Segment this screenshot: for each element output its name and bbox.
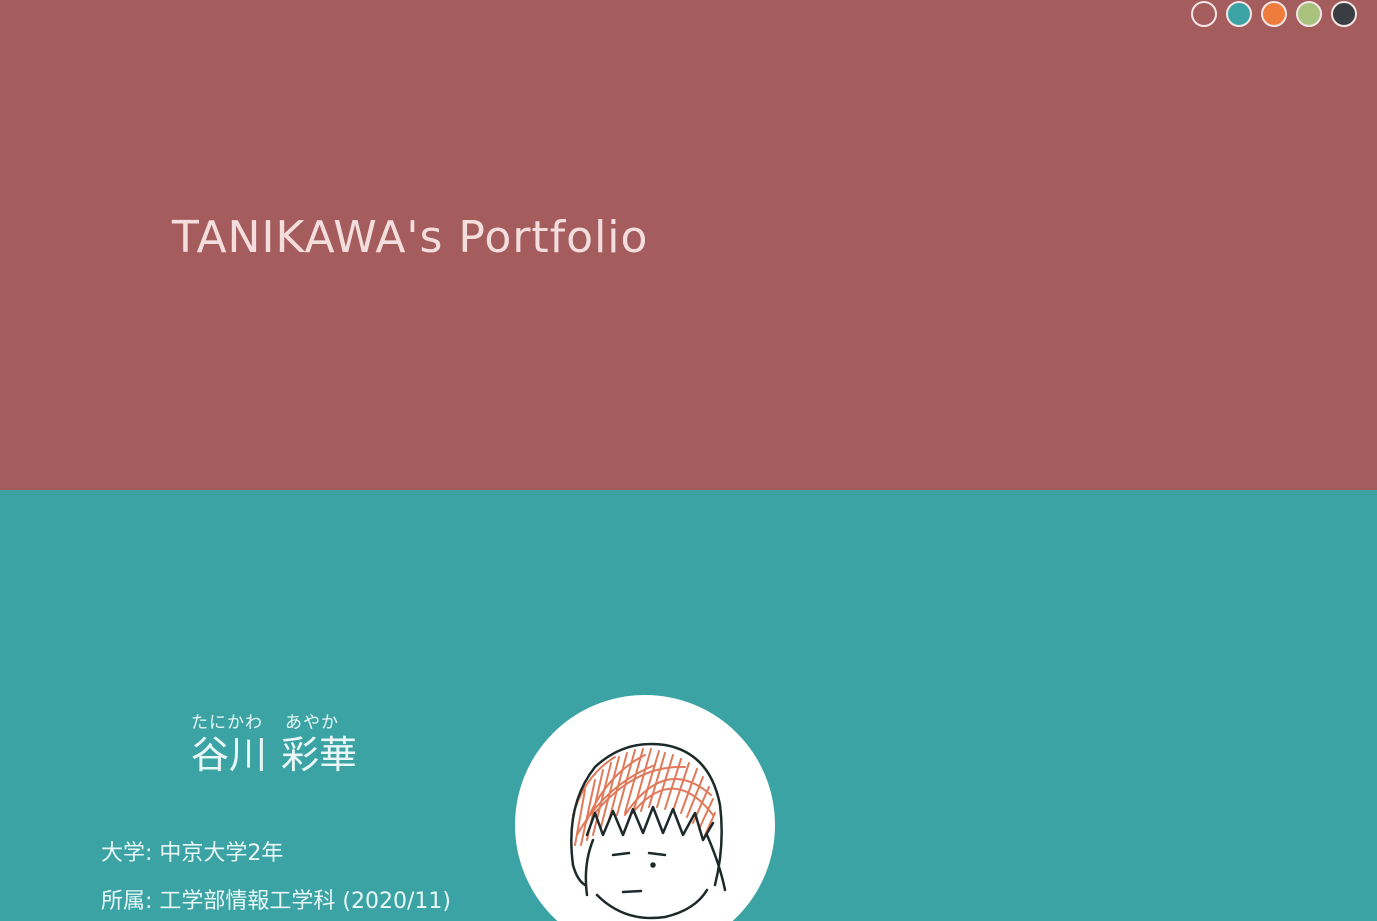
name-block: たにかわ あやか 谷川 彩華 bbox=[191, 713, 357, 777]
ruby-family: たにかわ bbox=[191, 713, 263, 733]
name-ruby: たにかわ あやか bbox=[191, 713, 357, 733]
page-title: TANIKAWA's Portfolio bbox=[172, 212, 649, 263]
hand-drawn-face-icon bbox=[570, 742, 727, 920]
theme-dot-orange[interactable] bbox=[1261, 1, 1287, 27]
theme-dot-teal[interactable] bbox=[1226, 1, 1252, 27]
profile-section: たにかわ あやか 谷川 彩華 大学: 中京大学2年 所属: 工学部情報工学科 (… bbox=[0, 490, 1377, 921]
full-name: 谷川 彩華 bbox=[191, 733, 357, 777]
avatar bbox=[515, 695, 775, 921]
theme-dot-rose[interactable] bbox=[1191, 1, 1217, 27]
hero-section: TANIKAWA's Portfolio bbox=[0, 0, 1377, 490]
affiliation-info: 所属: 工学部情報工学科 (2020/11) bbox=[101, 889, 451, 914]
ruby-given: あやか bbox=[285, 713, 339, 733]
name-family: 谷川 bbox=[191, 733, 268, 777]
theme-dot-green[interactable] bbox=[1296, 1, 1322, 27]
theme-dot-dark[interactable] bbox=[1331, 1, 1357, 27]
university-info: 大学: 中京大学2年 bbox=[101, 841, 284, 866]
page: TANIKAWA's Portfolio たにかわ あやか 谷川 彩華 大学: … bbox=[0, 0, 1377, 921]
name-given: 彩華 bbox=[281, 733, 358, 777]
theme-color-switcher bbox=[1191, 1, 1357, 27]
